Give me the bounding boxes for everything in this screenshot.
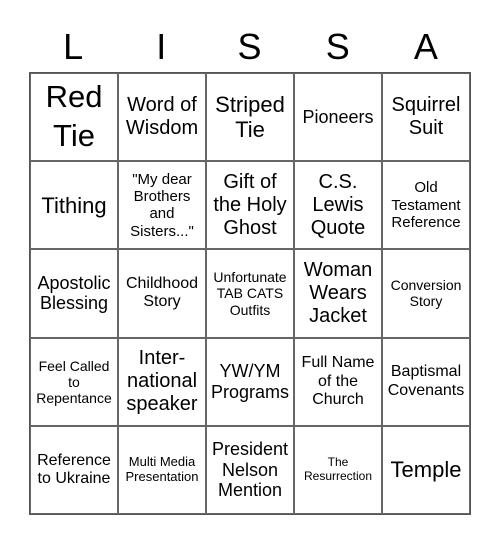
bingo-cell-multi-media-presentation[interactable]: Multi Media Presentation: [118, 425, 206, 514]
header-letter-s2: S: [325, 26, 350, 67]
bingo-cell-baptismal-covenants[interactable]: Baptismal Covenants: [382, 337, 470, 426]
bingo-cell-childhood-story[interactable]: Childhood Story: [118, 249, 206, 338]
bingo-cell-word-of-wisdom[interactable]: Word of Wisdom: [118, 73, 206, 162]
header-letter-a: A: [413, 26, 438, 67]
bingo-grid: Red Tie Word of Wisdom Striped Tie Pione…: [29, 72, 471, 515]
bingo-cell-temple[interactable]: Temple: [382, 425, 470, 514]
bingo-cell-conversion-story[interactable]: Conversion Story: [382, 249, 470, 338]
header-letter-i: I: [156, 26, 167, 67]
bingo-cell-international-speaker[interactable]: Inter- national speaker: [118, 337, 206, 426]
bingo-cell-full-name-of-the-church[interactable]: Full Name of the Church: [294, 337, 382, 426]
bingo-cell-my-dear-brothers-and-sisters[interactable]: "My dear Brothers and Sisters...": [118, 161, 206, 250]
bingo-cell-woman-wears-jacket[interactable]: Woman Wears Jacket: [294, 249, 382, 338]
bingo-cell-pioneers[interactable]: Pioneers: [294, 73, 382, 162]
bingo-cell-president-nelson-mention[interactable]: President Nelson Mention: [206, 425, 294, 514]
bingo-cell-squirrel-suit[interactable]: Squirrel Suit: [382, 73, 470, 162]
bingo-cell-tithing[interactable]: Tithing: [30, 161, 118, 250]
bingo-cell-unfortunate-tab-cats-outfits[interactable]: Unfortunate TAB CATS Outfits: [206, 249, 294, 338]
bingo-cell-apostolic-blessing[interactable]: Apostolic Blessing: [30, 249, 118, 338]
bingo-cell-cs-lewis-quote[interactable]: C.S. Lewis Quote: [294, 161, 382, 250]
header-letter-l: L: [63, 26, 84, 67]
header-letter-s: S: [237, 26, 262, 67]
bingo-cell-the-resurrection[interactable]: The Resurrection: [294, 425, 382, 514]
bingo-cell-striped-tie[interactable]: Striped Tie: [206, 73, 294, 162]
bingo-cell-feel-called-to-repentance[interactable]: Feel Called to Repentance: [30, 337, 118, 426]
bingo-cell-red-tie[interactable]: Red Tie: [30, 73, 118, 162]
bingo-header: L I S S A: [29, 22, 470, 72]
bingo-cell-reference-to-ukraine[interactable]: Reference to Ukraine: [30, 425, 118, 514]
bingo-cell-gift-of-the-holy-ghost[interactable]: Gift of the Holy Ghost: [206, 161, 294, 250]
bingo-cell-old-testament-reference[interactable]: Old Testament Reference: [382, 161, 470, 250]
bingo-cell-yw-ym-programs[interactable]: YW/YM Programs: [206, 337, 294, 426]
